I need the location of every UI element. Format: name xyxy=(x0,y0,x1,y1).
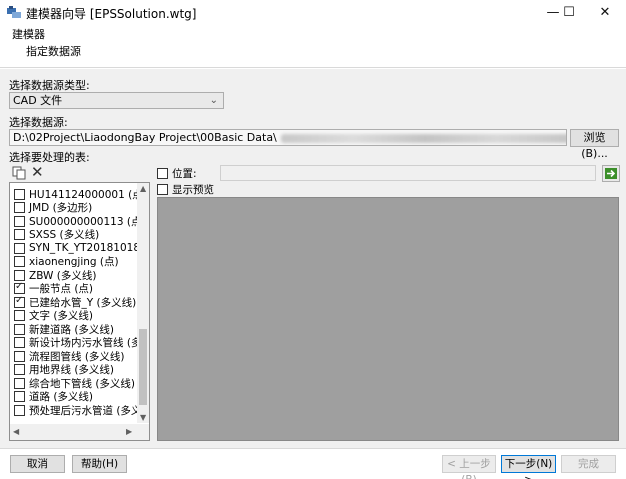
header-subtitle: 指定数据源 xyxy=(26,45,81,58)
source-type-value: CAD 文件 xyxy=(13,94,63,107)
horizontal-scrollbar[interactable]: ◀ ▶ xyxy=(10,424,149,440)
table-item-checkbox[interactable] xyxy=(14,202,25,213)
chevron-down-icon: ⌄ xyxy=(209,95,218,106)
scroll-down-icon[interactable]: ▼ xyxy=(140,413,146,422)
table-item-checkbox[interactable] xyxy=(14,269,25,281)
table-item-label: 预处理后污水管道 (多义线 xyxy=(29,404,150,417)
table-list-item[interactable]: JMD (多边形) xyxy=(14,201,92,215)
scrollbar-thumb[interactable] xyxy=(139,329,147,405)
copy-icon[interactable] xyxy=(12,166,26,180)
table-item-label: SXSS (多义线) xyxy=(29,229,100,241)
redacted-path xyxy=(280,133,566,143)
table-list-item[interactable]: SU000000000113 (点) xyxy=(14,214,146,228)
table-item-checkbox[interactable] xyxy=(14,229,25,240)
table-list-item[interactable]: 用地界线 (多义线) xyxy=(14,363,114,377)
table-list-item[interactable]: SXSS (多义线) xyxy=(14,228,99,242)
close-icon: ✕ xyxy=(599,4,611,20)
back-button[interactable]: < 上一步(B) xyxy=(442,455,496,479)
table-item-label: SYN_TK_YT20181018A0L ( xyxy=(29,242,150,254)
table-list-item[interactable]: 新设计场内污水管线 (多边 xyxy=(14,336,149,350)
go-arrow-icon xyxy=(605,168,617,179)
source-path-input[interactable]: D:\02Project\LiaodongBay Project\00Basic… xyxy=(9,129,567,146)
footer-divider xyxy=(0,448,626,449)
source-path-value: D:\02Project\LiaodongBay Project\00Basic… xyxy=(13,131,277,144)
show-preview-checkbox[interactable]: 显示预览 xyxy=(157,182,214,196)
table-list-item[interactable]: HU141124000001 (点) xyxy=(14,187,147,201)
go-button[interactable] xyxy=(602,165,620,182)
table-list-item[interactable]: 一般节点 (点) xyxy=(14,281,93,296)
table-list-item[interactable]: 综合地下管线 (多义线) xyxy=(14,376,135,390)
tables-label: 选择要处理的表: xyxy=(9,151,90,164)
vertical-scrollbar[interactable]: ▲ ▼ xyxy=(137,183,149,423)
table-list[interactable]: HU141124000001 (点) JMD (多边形) SU00000000011… xyxy=(9,182,150,441)
cancel-button[interactable]: 取消 xyxy=(10,455,65,473)
position-input[interactable] xyxy=(220,165,596,181)
table-list-item[interactable]: 道路 (多义线) xyxy=(14,390,93,404)
source-type-select[interactable]: CAD 文件 ⌄ xyxy=(9,92,224,109)
table-item-checkbox[interactable] xyxy=(14,310,25,321)
position-label: 位置: xyxy=(172,167,197,180)
scroll-up-icon[interactable]: ▲ xyxy=(140,184,146,193)
wizard-header: 建模器 指定数据源 xyxy=(0,24,626,68)
scroll-right-icon[interactable]: ▶ xyxy=(126,427,132,436)
table-list-item[interactable]: 新建道路 (多义线) xyxy=(14,322,114,336)
browse-button[interactable]: 浏览(B)... xyxy=(570,129,619,160)
table-list-item[interactable]: ZBW (多义线) xyxy=(14,268,96,282)
table-list-item[interactable]: 预处理后污水管道 (多义线 xyxy=(14,403,150,417)
next-button[interactable]: 下一步(N) > xyxy=(501,455,556,479)
table-item-checkbox[interactable] xyxy=(14,242,25,254)
table-list-item[interactable]: 已建给水管_Y (多义线) xyxy=(14,295,136,309)
table-item-checkbox[interactable] xyxy=(14,350,25,362)
table-item-checkbox[interactable] xyxy=(14,377,25,389)
table-item-checkbox[interactable] xyxy=(14,281,25,294)
table-list-item[interactable]: 文字 (多义线) xyxy=(14,309,93,323)
window-title: 建模器向导 [EPSSolution.wtg] xyxy=(26,7,197,21)
table-item-checkbox[interactable] xyxy=(14,215,25,227)
title-bar: 建模器向导 [EPSSolution.wtg] — ☐ ✕ xyxy=(0,0,626,24)
table-item-checkbox[interactable] xyxy=(14,188,25,200)
table-item-checkbox[interactable] xyxy=(14,364,25,375)
finish-button[interactable]: 完成 xyxy=(561,455,616,473)
table-item-checkbox[interactable] xyxy=(14,404,25,416)
scroll-left-icon[interactable]: ◀ xyxy=(13,427,19,436)
table-list-item[interactable]: xiaonengjing (点) xyxy=(14,255,119,269)
app-icon xyxy=(7,6,21,18)
position-checkbox-box[interactable] xyxy=(157,167,168,179)
delete-icon[interactable]: ✕ xyxy=(31,163,44,181)
table-item-checkbox[interactable] xyxy=(14,295,25,308)
show-preview-checkbox-box[interactable] xyxy=(157,183,168,195)
table-item-checkbox[interactable] xyxy=(14,337,25,348)
show-preview-label: 显示预览 xyxy=(172,183,214,196)
table-item-checkbox[interactable] xyxy=(14,323,25,335)
source-type-label: 选择数据源类型: xyxy=(9,79,90,92)
table-list-item[interactable]: 流程图管线 (多义线) xyxy=(14,349,125,363)
source-path-label: 选择数据源: xyxy=(9,116,68,129)
help-button[interactable]: 帮助(H) xyxy=(72,455,127,473)
close-button[interactable]: ✕ xyxy=(582,0,626,24)
preview-area xyxy=(157,197,619,441)
table-list-item[interactable]: SYN_TK_YT20181018A0L ( xyxy=(14,241,150,255)
table-item-checkbox[interactable] xyxy=(14,391,25,402)
position-checkbox[interactable]: 位置: xyxy=(157,166,197,180)
table-item-checkbox[interactable] xyxy=(14,256,25,267)
header-title: 建模器 xyxy=(12,28,45,41)
maximize-icon: ☐ xyxy=(563,4,575,20)
